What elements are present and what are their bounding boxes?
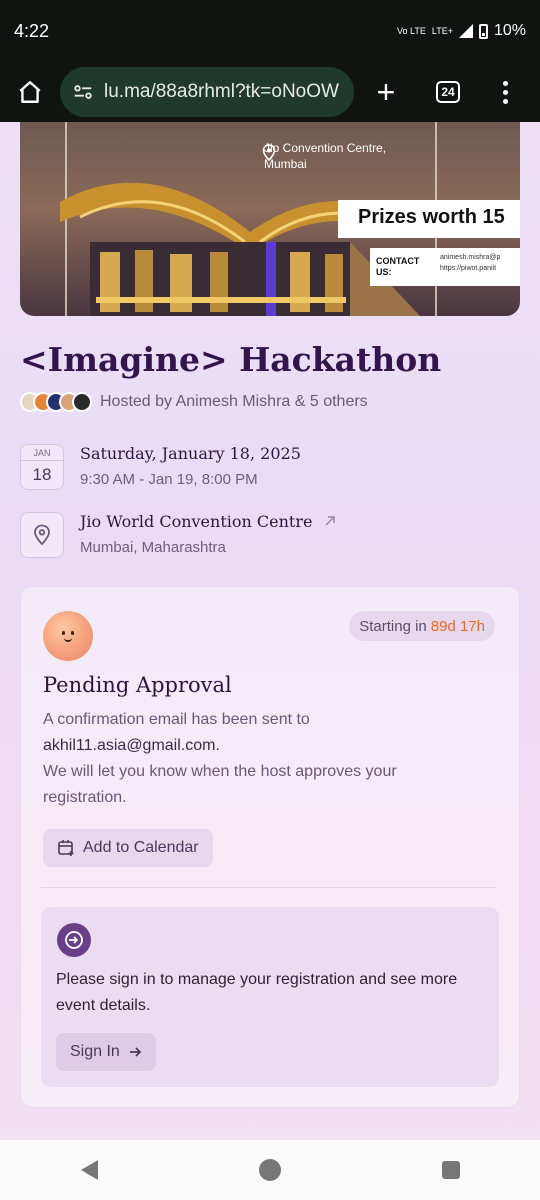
add-to-calendar-button[interactable]: Add to Calendar	[43, 829, 213, 867]
menu-dot-icon	[502, 98, 508, 104]
host-row[interactable]: Hosted by Animesh Mishra & 5 others	[20, 392, 368, 412]
date-month: JAN	[21, 445, 63, 461]
status-icons: Vo LTE LTE+ 10%	[397, 22, 526, 40]
volte-indicator: Vo LTE	[397, 25, 426, 36]
plus-icon: +	[376, 73, 396, 110]
avatar-mouth	[64, 638, 72, 642]
avatar-eye	[62, 631, 65, 635]
contact-email: animesh.mishra@p	[440, 254, 501, 261]
event-title: <Imagine> Hackathon	[20, 340, 442, 379]
contact-label: CONTACT US:	[376, 256, 420, 277]
home-button[interactable]	[0, 62, 60, 122]
recent-apps-icon[interactable]	[441, 1161, 460, 1179]
contact-details: animesh.mishra@p https://piwot.paniit	[440, 252, 500, 282]
banner-location-text: Jio Convention Centre, Mumbai	[264, 141, 387, 171]
event-time: 9:30 AM - Jan 19, 8:00 PM	[80, 471, 258, 488]
banner-prizes: Prizes worth 15	[338, 200, 520, 238]
battery-icon	[478, 23, 488, 39]
status-bar: 4:22 Vo LTE LTE+ 10%	[0, 0, 540, 62]
registration-status-title: Pending Approval	[43, 673, 232, 697]
contact-url: https://piwot.paniit	[440, 265, 497, 272]
sign-in-icon	[57, 923, 91, 957]
venue-city: Mumbai, Maharashtra	[80, 539, 226, 556]
location-pin-icon	[20, 512, 64, 558]
network-type-indicator: LTE+	[431, 25, 453, 36]
arrow-right-icon	[129, 1047, 142, 1057]
countdown-value: 89d 17h	[430, 617, 485, 635]
home-icon	[19, 81, 41, 103]
sign-in-button[interactable]: Sign In	[56, 1033, 156, 1071]
banner-contact: CONTACT US: animesh.mishra@p https://piw…	[370, 248, 520, 286]
signal-icon	[458, 24, 473, 38]
new-tab-button[interactable]: +	[354, 62, 418, 122]
site-settings-icon[interactable]	[72, 81, 94, 103]
menu-dot-icon	[502, 80, 508, 86]
tab-switcher-button[interactable]: 24	[418, 62, 478, 122]
venue-name[interactable]: Jio World Convention Centre	[80, 512, 336, 531]
browser-toolbar: lu.ma/88a8rhml?tk=oNoOW + 24	[0, 62, 540, 122]
event-location-row[interactable]: Jio World Convention Centre Mumbai, Maha…	[20, 512, 336, 558]
url-text[interactable]: lu.ma/88a8rhml?tk=oNoOW	[104, 81, 339, 103]
overflow-menu-button[interactable]	[478, 62, 532, 122]
event-cover-image: Jio Convention Centre, Mumbai Prizes wor…	[20, 122, 520, 316]
signin-prompt-text: Please sign in to manage your registrati…	[56, 971, 458, 1014]
date-day: 18	[32, 465, 52, 484]
address-bar[interactable]: lu.ma/88a8rhml?tk=oNoOW	[60, 67, 354, 117]
card-divider	[41, 887, 497, 888]
system-navigation-bar	[0, 1140, 540, 1200]
calendar-date-icon: JAN 18	[20, 444, 64, 490]
home-nav-icon[interactable]	[258, 1159, 281, 1181]
status-time: 4:22	[14, 20, 50, 41]
registered-email: akhil11.asia@gmail.com.	[43, 737, 220, 754]
countdown-badge: Starting in 89d 17h	[349, 611, 495, 641]
battery-percent: 10%	[493, 22, 526, 39]
calendar-add-icon	[58, 840, 74, 856]
host-text: Hosted by Animesh Mishra & 5 others	[100, 393, 368, 410]
external-link-arrow-icon	[325, 516, 335, 526]
user-avatar	[43, 611, 93, 661]
registration-status-text: A confirmation email has been sent to ak…	[43, 707, 483, 811]
back-icon[interactable]	[80, 1160, 98, 1180]
event-date: Saturday, January 18, 2025	[80, 444, 301, 463]
avatar	[72, 392, 92, 412]
host-avatars	[20, 392, 92, 412]
avatar-eye	[71, 631, 74, 635]
menu-dot-icon	[502, 89, 508, 95]
signin-panel: Please sign in to manage your registrati…	[41, 907, 499, 1087]
registration-card: Starting in 89d 17h Pending Approval A c…	[20, 586, 520, 1108]
event-date-row: JAN 18 Saturday, January 18, 2025 9:30 A…	[20, 444, 301, 490]
tab-count: 24	[436, 81, 460, 103]
